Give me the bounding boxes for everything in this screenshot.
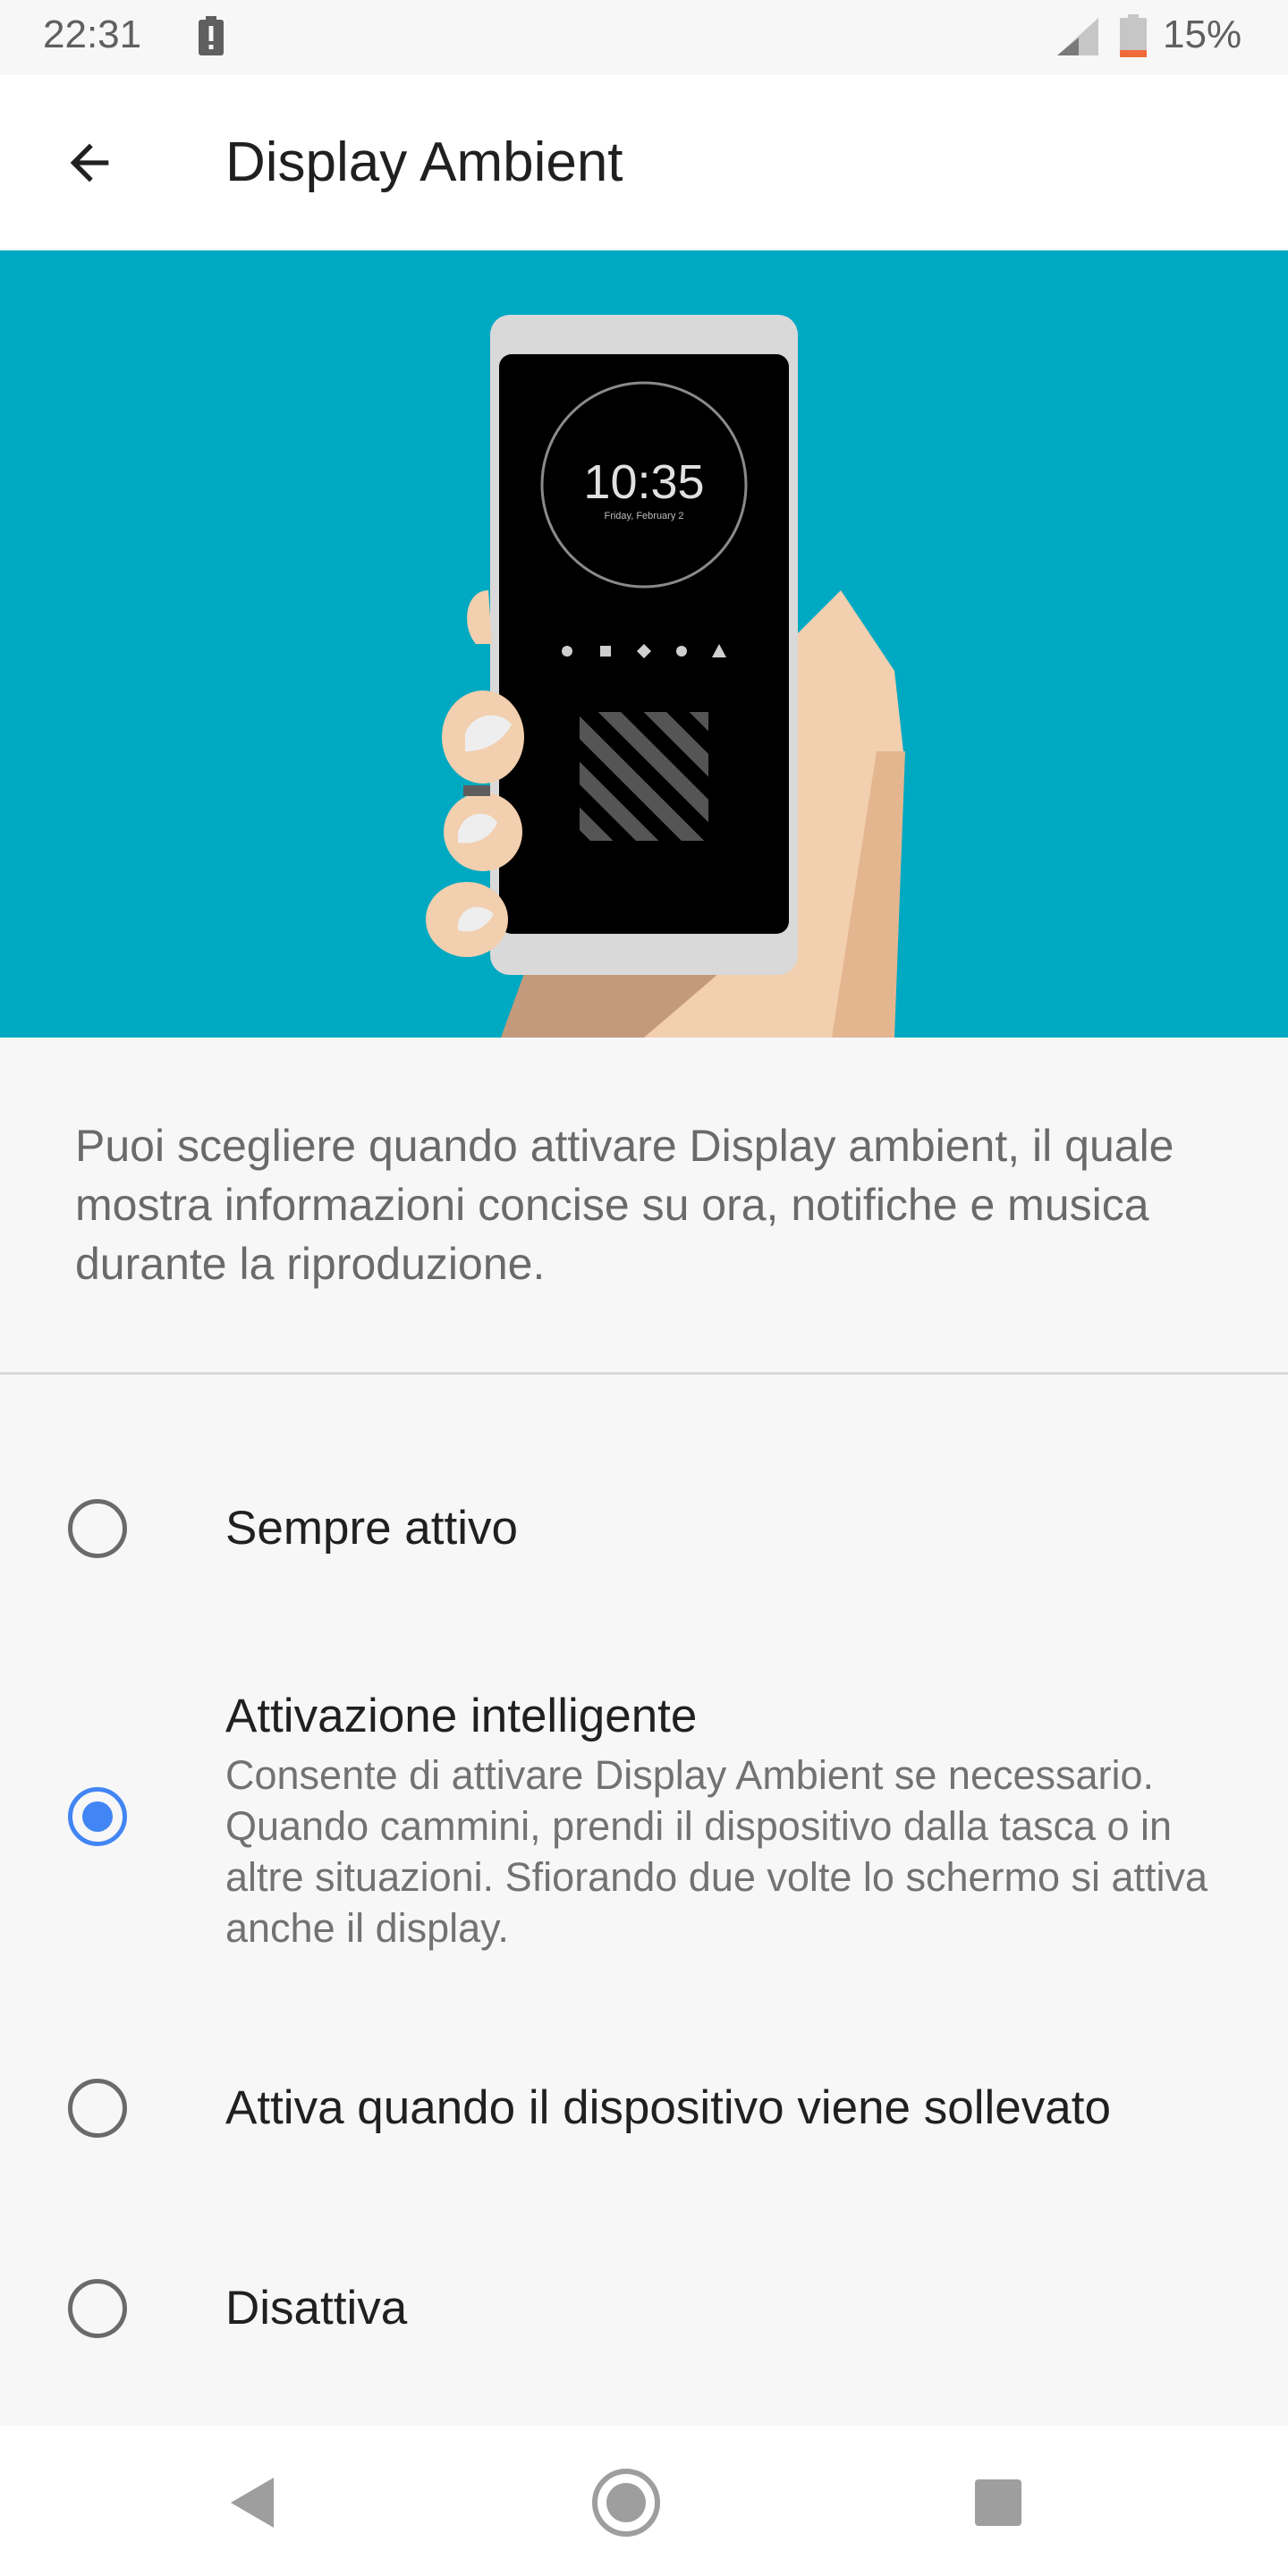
divider (0, 1372, 1288, 1375)
clock-time: 10:35 (583, 455, 704, 509)
nav-home-icon[interactable] (589, 2465, 664, 2540)
option-label: Attivazione intelligente (225, 1690, 698, 1742)
option-label: Sempre attivo (225, 1502, 518, 1555)
option-attivazione-intelligente[interactable]: Attivazione intelligente Consente di att… (0, 1671, 1288, 1975)
option-label: Disattiva (225, 2282, 408, 2334)
radio-button[interactable] (68, 2279, 127, 2338)
page-title: Display Ambient (225, 131, 623, 193)
option-label: Attiva quando il dispositivo viene solle… (225, 2081, 1111, 2134)
nav-recents-icon[interactable] (961, 2465, 1036, 2540)
back-button[interactable] (47, 120, 132, 206)
nav-back-icon[interactable] (215, 2465, 290, 2540)
clock-date: Friday, February 2 (604, 511, 683, 521)
status-bar: 22:31 15% (0, 0, 1288, 75)
description-text: Puoi scegliere quando attivare Display a… (75, 1121, 1174, 1289)
battery-low-icon (1120, 14, 1147, 62)
navigation-bar (0, 2426, 1288, 2576)
option-summary: Consente di attivare Display Ambient se … (225, 1752, 1208, 1951)
cell-signal-icon (1057, 18, 1098, 60)
hero-illustration: 10:35 Friday, February 2 (0, 250, 1288, 1038)
arrow-back-icon (70, 143, 109, 182)
battery-alert-icon (197, 16, 225, 60)
option-disattiva[interactable]: Disattiva (0, 2236, 1288, 2386)
app-bar: Display Ambient (0, 75, 1288, 250)
option-attiva-sollevato[interactable]: Attiva quando il dispositivo viene solle… (0, 2036, 1288, 2186)
phone-in-hand-illustration: 10:35 Friday, February 2 (426, 315, 905, 1038)
radio-button[interactable] (68, 1499, 127, 1558)
radio-button[interactable] (68, 2079, 127, 2138)
option-sempre-attivo[interactable]: Sempre attivo (0, 1453, 1288, 1603)
radio-button-selected[interactable] (68, 1787, 127, 1846)
battery-percent: 15% (1163, 13, 1242, 56)
status-time: 22:31 (43, 13, 142, 56)
